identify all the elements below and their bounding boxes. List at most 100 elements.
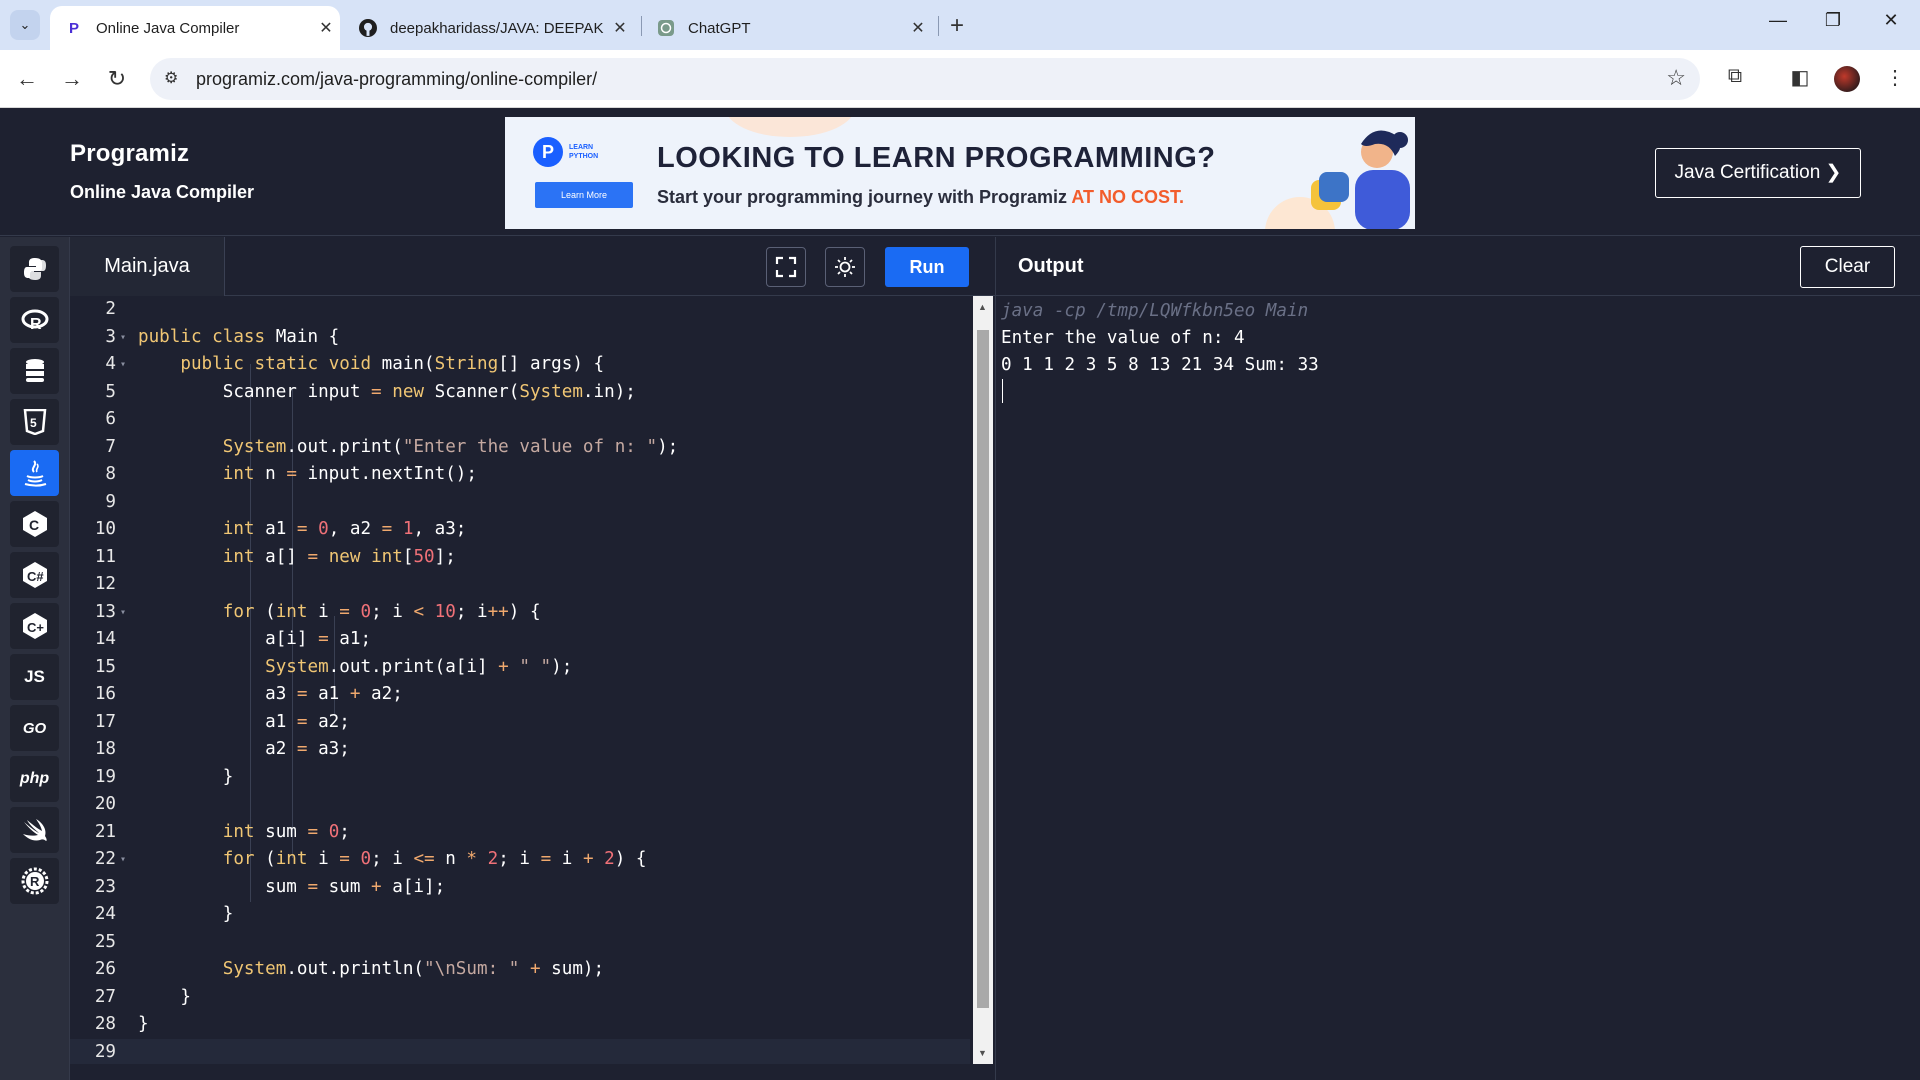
code-line[interactable]: 24 } [70,901,970,929]
code-token: } [138,986,191,1007]
code-line[interactable]: 17 a1 = a2; [70,709,970,737]
address-toolbar: ← → ↻ ⚙ programiz.com/java-programming/o… [0,50,1920,108]
code-text: public class Main { [138,324,339,352]
code-line[interactable]: 13 ▾ for (int i = 0; i < 10; i++) { [70,599,970,627]
fold-arrow-icon[interactable]: ▾ [120,846,126,874]
output-console[interactable]: java -cp /tmp/LQWfkbn5eo Main Enter the … [995,296,1920,1080]
scrollbar-thumb[interactable] [977,330,989,1008]
new-tab-icon[interactable]: + [950,12,964,40]
js-icon[interactable]: JS [10,654,59,700]
address-bar[interactable]: ⚙ programiz.com/java-programming/online-… [150,58,1700,100]
clear-button[interactable]: Clear [1800,246,1895,288]
code-line[interactable]: 3 ▾ public class Main { [70,324,970,352]
fold-arrow-icon[interactable]: ▾ [120,324,126,352]
line-number: 11 [94,546,116,567]
github-icon [358,18,378,38]
forward-arrow-icon[interactable]: → [57,64,87,94]
reload-icon[interactable]: ↻ [102,64,132,94]
tab-search-button[interactable]: ⌄ [10,10,40,40]
code-line[interactable]: 9 [70,489,970,517]
code-line[interactable]: 29 [70,1038,970,1064]
c-icon[interactable]: C [10,501,59,547]
code-line[interactable]: 25 [70,929,970,957]
site-info-icon[interactable]: ⚙ [164,68,178,88]
bookmark-star-icon[interactable]: ☆ [1666,65,1686,91]
restore-icon[interactable]: ❐ [1818,10,1848,31]
code-token: a2; [360,684,403,704]
browser-tab-0[interactable]: P Online Java Compiler ✕ [50,6,340,50]
code-line[interactable]: 11 int a[] = new int[50]; [70,544,970,572]
scroll-down-icon[interactable]: ▼ [978,1048,987,1058]
code-line[interactable]: 10 int a1 = 0, a2 = 1, a3; [70,516,970,544]
fold-arrow-icon[interactable]: ▾ [120,351,126,379]
code-line[interactable]: 26 System.out.println("\nSum: " + sum); [70,956,970,984]
cpp-icon[interactable]: C+ [10,603,59,649]
window-close-icon[interactable]: ✕ [1876,10,1906,31]
browser-tab-1[interactable]: deepakharidass/JAVA: DEEPAK ✕ [344,6,634,50]
r-icon[interactable]: R [10,297,59,343]
code-line[interactable]: 23 sum = sum + a[i]; [70,874,970,902]
code-line[interactable]: 18 a2 = a3; [70,736,970,764]
code-line[interactable]: 12 [70,571,970,599]
url-text[interactable]: programiz.com/java-programming/online-co… [196,69,597,90]
code-line[interactable]: 27 } [70,984,970,1012]
minimize-icon[interactable]: — [1763,10,1793,31]
code-line[interactable]: 7 System.out.print("Enter the value of n… [70,434,970,462]
java-certification-button[interactable]: Java Certification ❯ [1655,148,1861,198]
learn-more-button[interactable]: Learn More [535,182,633,208]
sql-icon[interactable] [10,348,59,394]
fold-arrow-icon[interactable]: ▾ [120,599,126,627]
code-line[interactable]: 22 ▾ for (int i = 0; i <= n * 2; i = i + … [70,846,970,874]
code-line[interactable]: 15 System.out.print(a[i] + " "); [70,654,970,682]
code-line[interactable]: 21 int sum = 0; [70,819,970,847]
swift-icon[interactable] [10,807,59,853]
csharp-icon[interactable]: C# [10,552,59,598]
php-icon[interactable]: php [10,756,59,802]
run-button[interactable]: Run [885,247,969,287]
editor-scrollbar[interactable]: ▲ ▼ [973,296,993,1064]
python-icon[interactable] [10,246,59,292]
code-line[interactable]: 20 [70,791,970,819]
code-token: a[] [254,546,308,567]
ad-banner[interactable]: P LEARN PYTHON Learn More LOOKING TO LEA… [505,117,1415,229]
code-line[interactable]: 2 [70,296,970,324]
profile-avatar[interactable] [1834,66,1860,92]
menu-kebab-icon[interactable]: ⋮ [1880,65,1910,90]
rust-icon[interactable]: R [10,858,59,904]
code-line[interactable]: 8 int n = input.nextInt(); [70,461,970,489]
code-line[interactable]: 6 [70,406,970,434]
browser-tab-2[interactable]: ChatGPT ✕ [642,6,932,50]
close-tab-icon[interactable]: ✕ [312,18,340,38]
back-arrow-icon[interactable]: ← [12,64,42,94]
side-panel-icon[interactable]: ◧ [1785,65,1815,90]
file-tab-main-java[interactable]: Main.java [70,237,225,296]
scroll-up-icon[interactable]: ▲ [978,302,987,312]
code-text: System.out.println("\nSum: " + sum); [138,956,604,984]
programiz-logo[interactable]: Programiz [70,140,189,168]
close-tab-icon[interactable]: ✕ [904,18,932,38]
code-line[interactable]: 16 a3 = a1 + a2; [70,681,970,709]
code-line[interactable]: 28} [70,1011,970,1039]
svg-text:R: R [30,874,40,889]
close-tab-icon[interactable]: ✕ [606,18,634,38]
code-line[interactable]: 19 } [70,764,970,792]
code-line[interactable]: 5 Scanner input = new Scanner(System.in)… [70,379,970,407]
line-number: 24 [94,904,116,924]
fullscreen-button[interactable] [766,247,806,287]
code-line[interactable]: 4 ▾ public static void main(String[] args… [70,351,970,379]
code-token: 50 [413,546,435,567]
code-text: int n = input.nextInt(); [138,461,477,489]
code-editor[interactable]: 2 3 ▾ public class Main {4 ▾ public static v… [70,296,995,1064]
java-icon[interactable] [10,450,59,496]
code-line[interactable]: 14 a[i] = a1; [70,626,970,654]
extensions-icon[interactable]: ⧉ [1720,65,1750,88]
browser-tab-title: deepakharidass/JAVA: DEEPAK [390,19,604,37]
html5-icon[interactable]: 5 [10,399,59,445]
go-icon[interactable]: GO [10,705,59,751]
theme-toggle-button[interactable] [825,247,865,287]
